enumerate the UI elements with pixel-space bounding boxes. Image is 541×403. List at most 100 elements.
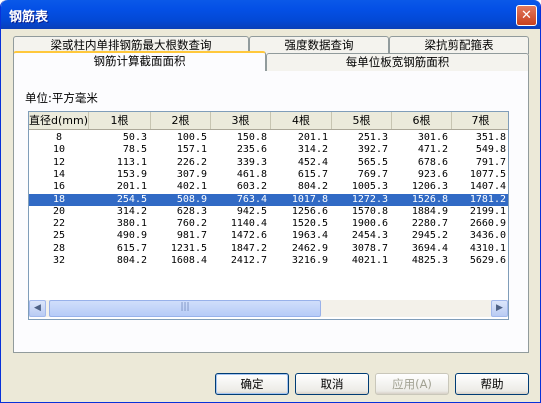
table-row[interactable]: 10 78.5 157.1 235.6 314.2 392.7 471.2 549.8 <box>29 144 508 156</box>
area-cell: 157.1 <box>176 144 207 156</box>
area-cell: 4825.3 <box>411 255 448 266</box>
table-row[interactable]: 28 615.7 1231.5 1847.2 2462.9 3078.7 3694.4 431… <box>29 242 508 255</box>
diameter-cell: 10 <box>52 144 66 156</box>
column-header[interactable]: 7根 <box>452 112 508 129</box>
area-cell: 351.8 <box>475 132 506 143</box>
cancel-button[interactable]: 取消 <box>295 373 369 395</box>
area-cell: 392.7 <box>357 144 388 156</box>
area-cell: 1963.4 <box>291 230 328 242</box>
area-cell: 1884.9 <box>411 205 448 217</box>
table-row[interactable]: 25 490.9 981.7 1472.6 1963.4 2454.3 2945.2 3436… <box>29 230 508 242</box>
area-cell: 471.2 <box>417 144 448 156</box>
close-button[interactable]: ✕ <box>516 5 537 26</box>
area-cell: 981.7 <box>176 230 207 242</box>
area-cell: 603.2 <box>236 181 267 193</box>
diameter-cell: 32 <box>52 255 66 266</box>
table-row[interactable]: 32 804.2 1608.4 2412.7 3216.9 4021.1 4825.3 562… <box>29 255 508 267</box>
horizontal-scrollbar[interactable]: ◀ ||| ▶ <box>29 300 508 317</box>
help-button[interactable]: 帮助 <box>455 373 529 395</box>
area-cell: 804.2 <box>116 255 147 266</box>
column-header[interactable]: 5根 <box>332 112 392 129</box>
area-cell: 50.3 <box>122 132 147 143</box>
area-cell: 314.2 <box>116 205 147 217</box>
area-cell: 150.8 <box>236 132 267 143</box>
window-title: 钢筋表 <box>9 10 49 25</box>
dialog-window: 钢筋表 ✕ 梁或柱内单排钢筋最大根数查询 强度数据查询 梁抗剪配箍表 钢筋计算截… <box>0 0 541 403</box>
ok-button[interactable]: 确定 <box>215 373 289 395</box>
table-row[interactable]: 20 314.2 628.3 942.5 1256.6 1570.8 1884.9 2199.… <box>29 205 508 218</box>
column-header[interactable]: 6根 <box>392 112 452 129</box>
area-cell: 791.7 <box>475 156 506 168</box>
area-cell: 1472.6 <box>230 230 267 242</box>
title-bar: 钢筋表 ✕ <box>1 0 540 29</box>
column-header[interactable]: 直径d(mm) <box>29 112 89 129</box>
apply-button[interactable]: 应用(A) <box>375 373 449 395</box>
rebar-table[interactable]: 直径d(mm) 1根 2根 3根 4根 5根 6根 7根 8 50.3 100.5 150.8 20 1… <box>28 111 509 320</box>
scroll-right-icon[interactable]: ▶ <box>491 300 508 317</box>
area-cell: 2462.9 <box>291 242 328 254</box>
area-cell: 565.5 <box>357 156 388 168</box>
area-cell: 4310.1 <box>469 242 506 254</box>
area-cell: 1017.8 <box>291 193 328 205</box>
close-icon: ✕ <box>521 8 532 23</box>
tab-strength-data[interactable]: 强度数据查询 <box>249 36 389 54</box>
area-cell: 1608.4 <box>170 255 207 266</box>
diameter-cell: 25 <box>52 230 66 242</box>
area-cell: 1407.4 <box>469 181 506 193</box>
area-cell: 1256.6 <box>291 205 328 217</box>
area-cell: 923.6 <box>417 168 448 180</box>
area-cell: 490.9 <box>116 230 147 242</box>
area-cell: 1005.3 <box>351 181 388 193</box>
diameter-cell: 22 <box>52 218 66 230</box>
area-cell: 760.2 <box>176 218 207 230</box>
area-cell: 3078.7 <box>351 242 388 254</box>
tab-slab-rebar-area[interactable]: 每单位板宽钢筋面积 <box>266 53 529 71</box>
area-cell: 254.5 <box>116 193 147 205</box>
area-cell: 1520.5 <box>291 218 328 230</box>
area-cell: 314.2 <box>297 144 328 156</box>
scroll-left-icon[interactable]: ◀ <box>29 300 46 317</box>
table-row[interactable]: 22 380.1 760.2 1140.4 1520.5 1900.6 2280.7 2660… <box>29 218 508 230</box>
area-cell: 1077.5 <box>469 168 506 180</box>
area-cell: 3216.9 <box>291 255 328 266</box>
table-row[interactable]: 16 201.1 402.1 603.2 804.2 1005.3 1206.3 1407.4 <box>29 181 508 193</box>
table-row[interactable]: 12 113.1 226.2 339.3 452.4 565.5 678.6 791.7 <box>29 156 508 169</box>
area-cell: 307.9 <box>176 168 207 180</box>
area-cell: 942.5 <box>236 205 267 217</box>
tab-beam-shear-stirrup[interactable]: 梁抗剪配箍表 <box>389 36 529 54</box>
area-cell: 100.5 <box>176 132 207 143</box>
column-header[interactable]: 1根 <box>89 112 151 129</box>
unit-label: 单位:平方毫米 <box>25 91 98 105</box>
area-cell: 1847.2 <box>230 242 267 254</box>
area-cell: 226.2 <box>176 156 207 168</box>
table-row[interactable]: 8 50.3 100.5 150.8 201.1 251.3 301.6 351.8 <box>29 132 508 144</box>
area-cell: 78.5 <box>122 144 147 156</box>
scroll-thumb[interactable]: ||| <box>49 300 321 317</box>
area-cell: 4021.1 <box>351 255 388 266</box>
diameter-cell: 8 <box>55 132 63 143</box>
area-cell: 1231.5 <box>170 242 207 254</box>
area-cell: 301.6 <box>417 132 448 143</box>
diameter-cell: 12 <box>52 156 66 168</box>
area-cell: 380.1 <box>116 218 147 230</box>
area-cell: 3436.0 <box>469 230 506 242</box>
area-cell: 678.6 <box>417 156 448 168</box>
column-header[interactable]: 2根 <box>151 112 211 129</box>
table-row[interactable]: 18 254.5 508.9 763.4 1017.8 1272.3 1526.8 1781.… <box>29 193 508 206</box>
column-header[interactable]: 3根 <box>211 112 271 129</box>
area-cell: 628.3 <box>176 205 207 217</box>
area-cell: 763.4 <box>236 193 267 205</box>
area-cell: 1781.2 <box>469 193 506 205</box>
area-cell: 339.3 <box>236 156 267 168</box>
table-row[interactable]: 14 153.9 307.9 461.8 615.7 769.7 923.6 1077.5 <box>29 168 508 181</box>
diameter-cell: 28 <box>52 242 66 254</box>
area-cell: 2280.7 <box>411 218 448 230</box>
tab-rebar-area[interactable]: 钢筋计算截面面积 <box>13 51 266 71</box>
diameter-cell: 16 <box>52 181 66 193</box>
area-cell: 2454.3 <box>351 230 388 242</box>
diameter-cell: 20 <box>52 205 66 217</box>
area-cell: 508.9 <box>176 193 207 205</box>
column-header[interactable]: 4根 <box>271 112 332 129</box>
area-cell: 235.6 <box>236 144 267 156</box>
area-cell: 549.8 <box>475 144 506 156</box>
